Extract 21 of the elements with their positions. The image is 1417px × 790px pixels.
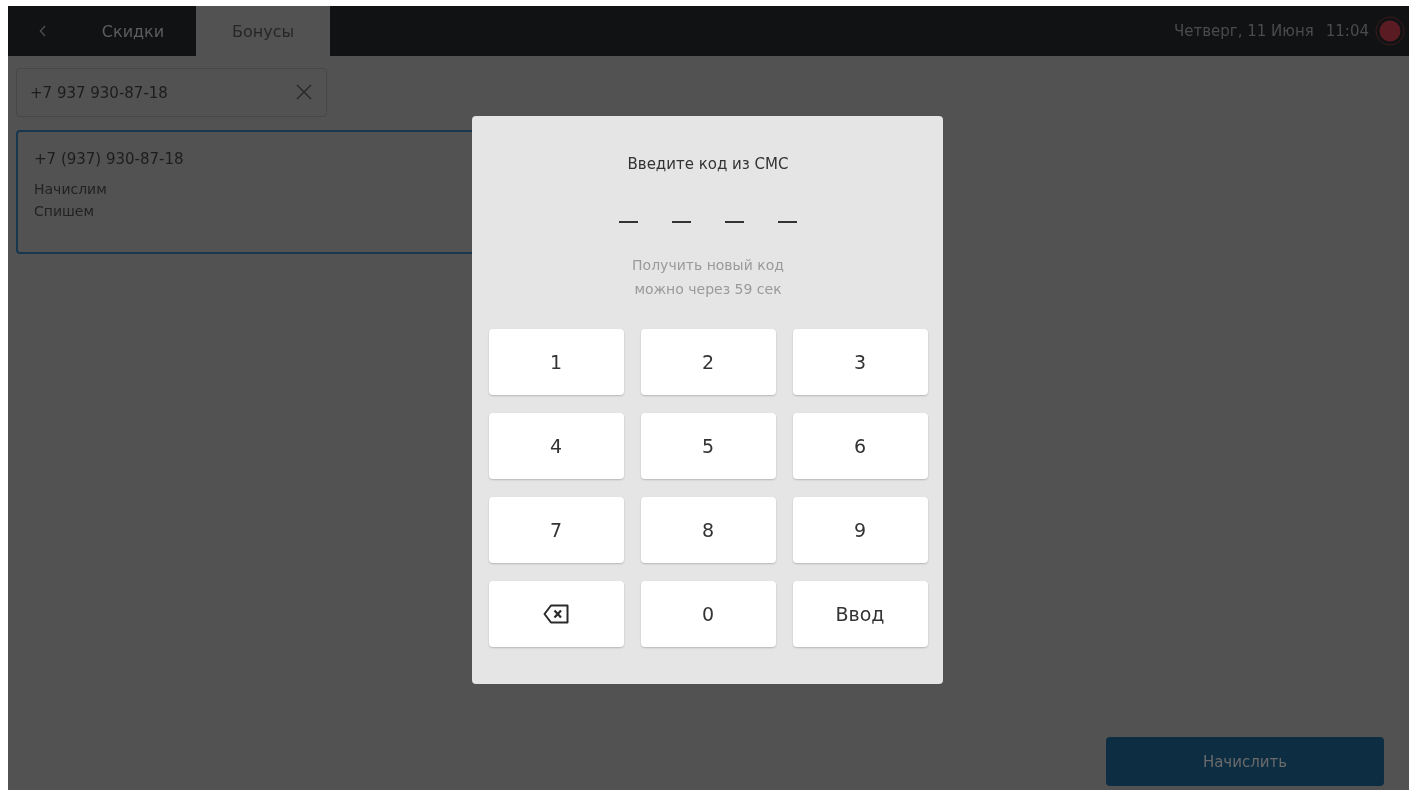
- digit-key[interactable]: 8: [640, 497, 776, 563]
- time-label: 11:04: [1325, 22, 1369, 40]
- enter-key[interactable]: Ввод: [792, 581, 928, 647]
- clear-button[interactable]: [295, 83, 313, 101]
- hint-text: можно через 59 сек: [633, 280, 783, 299]
- backspace-icon: [543, 604, 569, 624]
- chevron-left-icon: [39, 25, 47, 37]
- hint-text: Получить новый код: [632, 256, 784, 275]
- record-indicator-icon: [1375, 16, 1405, 46]
- digit-key[interactable]: 2: [640, 329, 776, 395]
- digit-key[interactable]: 9: [792, 497, 928, 563]
- digit-key[interactable]: 3: [792, 329, 928, 395]
- digit-key[interactable]: 7: [488, 497, 624, 563]
- digit-key[interactable]: 4: [488, 413, 624, 479]
- digit-key[interactable]: 0: [640, 581, 776, 647]
- digit-key[interactable]: 6: [792, 413, 928, 479]
- digit-key[interactable]: 5: [640, 413, 776, 479]
- date-label: Четверг, 11 Июня: [1173, 22, 1314, 40]
- digit-key[interactable]: 1: [488, 329, 624, 395]
- close-icon: [296, 84, 312, 100]
- backspace-key[interactable]: [488, 581, 624, 647]
